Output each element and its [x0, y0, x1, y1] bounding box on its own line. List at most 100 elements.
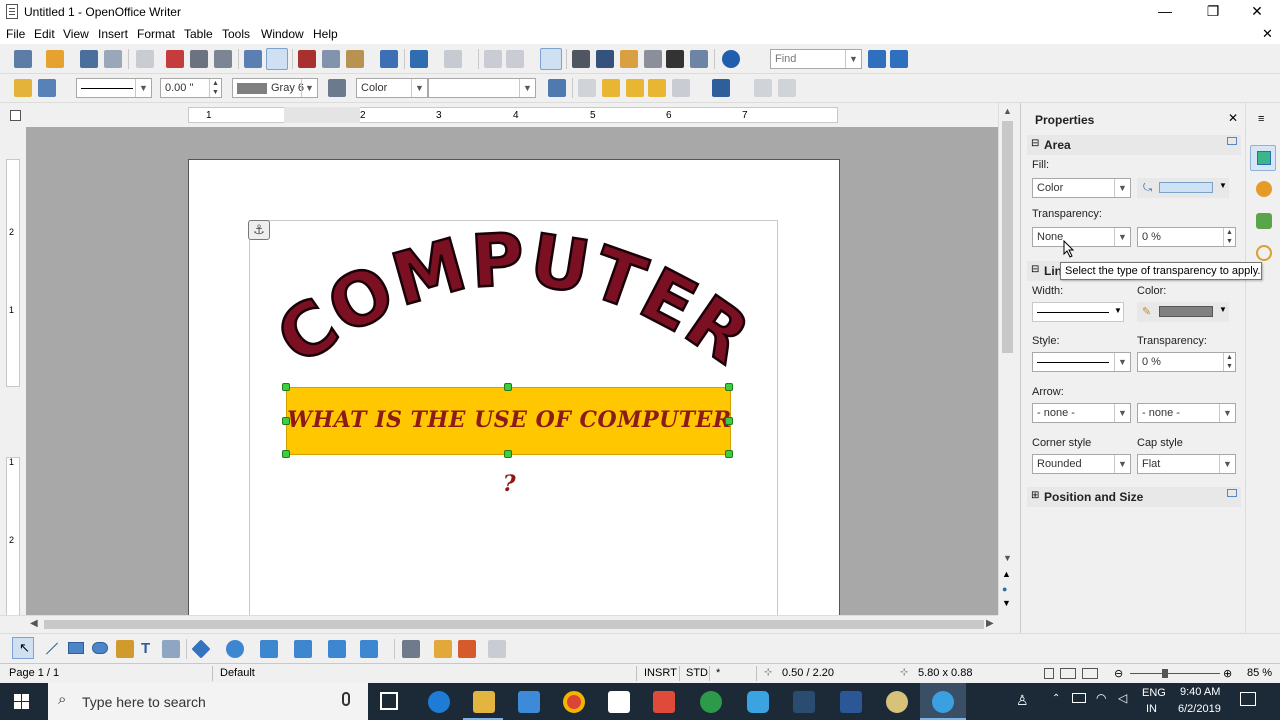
line-color-select[interactable]: Gray 6 ▼ — [232, 78, 318, 98]
bring-to-front-icon[interactable] — [602, 79, 620, 97]
select-tool-icon[interactable]: ↖ — [12, 637, 34, 659]
taskbar-search-box[interactable]: ⌕ Type here to search — [48, 683, 368, 720]
close-window-button[interactable]: ✕ — [1234, 0, 1280, 24]
app-icon-tool[interactable] — [793, 691, 815, 713]
next-page-icon[interactable]: ▼ — [1002, 598, 1011, 608]
sidebar-menu-icon[interactable]: ≡ — [1258, 113, 1264, 125]
area-style-select[interactable]: Color ▼ — [356, 78, 428, 98]
resize-handle-top-left[interactable] — [282, 383, 290, 391]
fill-select[interactable]: Color ▼ — [1032, 178, 1131, 198]
chevron-down-icon[interactable]: ▼ — [1219, 404, 1235, 422]
menu-file[interactable]: File — [6, 27, 25, 41]
previous-page-icon[interactable]: ▲ — [1002, 569, 1011, 579]
ellipse-tool-icon[interactable] — [92, 642, 108, 654]
export-pdf-icon[interactable] — [166, 50, 184, 68]
chevron-down-icon[interactable]: ▼ — [1114, 404, 1130, 422]
windows-start-icon[interactable] — [14, 694, 30, 710]
people-icon[interactable]: ♙ — [1016, 692, 1029, 709]
fontwork-gallery-icon[interactable] — [434, 640, 452, 658]
scroll-up-icon[interactable]: ▲ — [1003, 106, 1012, 116]
dvd-icon[interactable] — [886, 691, 908, 713]
chrome-icon[interactable] — [563, 691, 585, 713]
app-icon-red[interactable] — [653, 691, 675, 713]
chevron-down-icon[interactable]: ▼ — [519, 79, 535, 97]
new-document-icon[interactable] — [14, 50, 32, 68]
chevron-down-icon[interactable]: ▼ — [411, 79, 427, 97]
navigator-icon[interactable] — [596, 50, 614, 68]
scroll-left-icon[interactable]: ◀ — [30, 618, 38, 629]
chevron-down-icon[interactable]: ▼ — [1114, 228, 1130, 246]
gallery-icon[interactable] — [620, 50, 638, 68]
spin-arrows-icon[interactable]: ▲ ▼ — [209, 79, 221, 97]
properties-tab[interactable] — [1250, 145, 1276, 171]
symbol-shapes-icon[interactable] — [226, 640, 244, 658]
rectangle-tool-icon[interactable] — [68, 642, 84, 654]
language-top[interactable]: ENG — [1142, 687, 1166, 699]
mail-icon[interactable] — [608, 691, 630, 713]
menu-table[interactable]: Table — [184, 27, 213, 41]
corner-style-select[interactable]: Rounded ▼ — [1032, 454, 1131, 474]
menu-help[interactable]: Help — [313, 27, 338, 41]
minimize-button[interactable]: — — [1142, 0, 1188, 24]
formatting-marks-icon[interactable] — [666, 50, 684, 68]
navigator-tab-icon[interactable] — [1256, 245, 1272, 261]
line-tool-icon[interactable] — [45, 642, 59, 655]
notifications-icon[interactable] — [1240, 692, 1256, 706]
store-icon[interactable] — [518, 691, 540, 713]
transparency-spinner[interactable]: 0 % ▲ ▼ — [1137, 227, 1236, 247]
data-sources-icon[interactable] — [644, 50, 662, 68]
wordart-computer[interactable]: COMPUTER — [249, 220, 779, 380]
freeform-tool-icon[interactable] — [116, 640, 134, 658]
clock-date[interactable]: 6/2/2019 — [1178, 703, 1221, 715]
zoom-icon[interactable] — [690, 50, 708, 68]
cut-icon[interactable] — [298, 50, 316, 68]
ungroup-icon[interactable] — [778, 79, 796, 97]
scroll-thumb[interactable] — [1002, 121, 1013, 353]
maximize-button[interactable]: ❐ — [1190, 0, 1236, 24]
page[interactable]: ⚓ COMPUTER WHAT IS THE USE OF COMPUTER ? — [188, 159, 840, 615]
area-fill-select[interactable]: ▼ — [428, 78, 536, 98]
print-icon[interactable] — [190, 50, 208, 68]
resize-handle-top-right[interactable] — [725, 383, 733, 391]
chevron-down-icon[interactable]: ▼ — [1219, 455, 1235, 473]
openoffice-task-highlight[interactable] — [920, 683, 966, 720]
callouts-icon[interactable] — [328, 640, 346, 658]
print-preview-icon[interactable] — [214, 50, 232, 68]
anchor-lock-icon[interactable] — [14, 79, 32, 97]
menu-view[interactable]: View — [63, 27, 89, 41]
banner-shape[interactable]: WHAT IS THE USE OF COMPUTER ? — [282, 383, 733, 497]
more-options-icon[interactable] — [1227, 137, 1237, 145]
bring-forward-icon[interactable] — [626, 79, 644, 97]
line-width-select[interactable]: ▼ — [1032, 302, 1124, 322]
redo-icon[interactable] — [444, 50, 462, 68]
resize-handle-bottom-left[interactable] — [282, 450, 290, 458]
zoom-out-icon[interactable]: ⊖ — [1114, 667, 1123, 680]
align-icon[interactable] — [672, 79, 690, 97]
show-draw-functions-icon[interactable] — [540, 48, 562, 70]
zoom-in-icon[interactable]: ⊕ — [1223, 667, 1232, 680]
insert-mode[interactable]: INSRT — [644, 667, 677, 679]
save-icon[interactable] — [80, 50, 98, 68]
block-arrows-icon[interactable] — [260, 640, 278, 658]
page-indicator[interactable]: Page 1 / 1 — [9, 667, 59, 679]
styles-icon[interactable] — [1256, 181, 1272, 197]
resize-handle-right[interactable] — [725, 417, 733, 425]
chevron-down-icon[interactable]: ▼ — [1114, 179, 1130, 197]
arrow-end-select[interactable]: - none - ▼ — [1137, 403, 1236, 423]
show-hidden-icons[interactable]: ⌃ — [1052, 693, 1060, 704]
vertical-ruler[interactable]: 2 1 1 2 — [0, 127, 26, 617]
resize-handle-bottom-right[interactable] — [725, 450, 733, 458]
cap-style-select[interactable]: Flat ▼ — [1137, 454, 1236, 474]
collapse-icon[interactable]: ⊟ — [1031, 264, 1039, 275]
find-input[interactable]: Find ▼ — [770, 49, 862, 69]
multi-page-view-icon[interactable] — [1060, 668, 1076, 679]
microphone-icon[interactable] — [342, 692, 350, 706]
zoom-slider-thumb[interactable] — [1162, 669, 1168, 678]
scroll-right-icon[interactable]: ▶ — [986, 618, 994, 629]
gallery-tab-icon[interactable] — [1256, 213, 1272, 229]
scroll-down-icon[interactable]: ▼ — [1003, 553, 1012, 563]
callout-tool-icon[interactable] — [162, 640, 180, 658]
basic-shapes-icon[interactable] — [191, 639, 211, 659]
volume-icon[interactable]: ◁ — [1118, 691, 1127, 705]
anchor-icon[interactable] — [712, 79, 730, 97]
